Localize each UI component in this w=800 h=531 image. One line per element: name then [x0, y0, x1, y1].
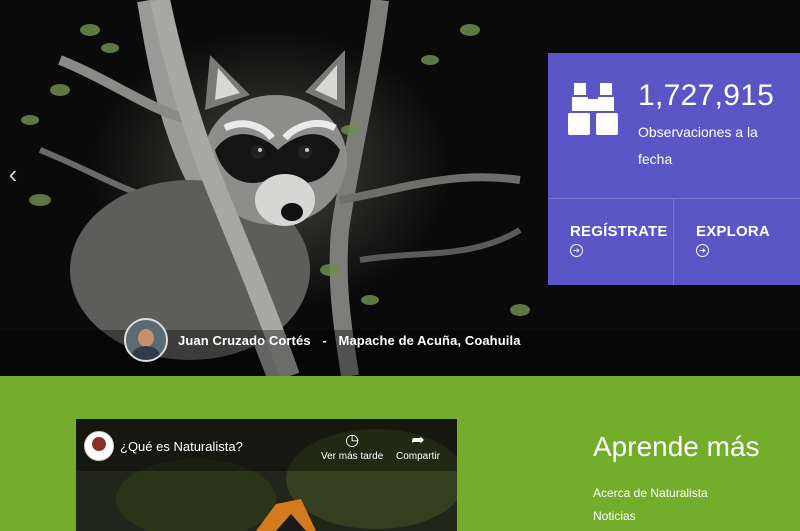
channel-logo[interactable] [84, 431, 114, 461]
observations-panel: 1,727,915 Observaciones a la fecha REGÍS… [548, 53, 800, 285]
species-location[interactable]: Mapache de Acuña, Coahuila [339, 333, 521, 348]
video-embed[interactable]: ¿Qué es Naturalista? ◷ Ver más tarde ➦ C… [76, 419, 457, 531]
news-link[interactable]: Noticias [593, 509, 636, 523]
carousel-prev-arrow-icon[interactable]: ‹ [4, 160, 22, 188]
explore-button[interactable]: EXPLORA ➔ [674, 199, 799, 285]
arrow-right-circle-icon: ➔ [696, 244, 709, 257]
photo-credit: Juan Cruzado Cortés - Mapache de Acuña, … [124, 318, 529, 362]
signup-label: REGÍSTRATE [570, 223, 668, 240]
watch-later-button[interactable]: ◷ Ver más tarde [321, 431, 383, 462]
share-button[interactable]: ➦ Compartir [396, 431, 440, 462]
arrow-right-circle-icon: ➔ [570, 244, 583, 257]
share-arrow-icon: ➦ [411, 432, 425, 449]
credit-separator: - [322, 332, 327, 348]
share-label: Compartir [396, 451, 440, 462]
observer-avatar[interactable] [124, 318, 168, 362]
about-link[interactable]: Acerca de Naturalista [593, 486, 708, 500]
observation-count: 1,727,915 [638, 79, 775, 112]
binoculars-icon [568, 83, 618, 135]
explore-label: EXPLORA [696, 223, 770, 240]
clock-icon: ◷ [345, 432, 360, 449]
video-title[interactable]: ¿Qué es Naturalista? [120, 439, 243, 454]
learn-more-heading: Aprende más [593, 431, 760, 462]
observation-count-label: Observaciones a la fecha [638, 124, 758, 167]
watch-later-label: Ver más tarde [321, 451, 384, 462]
observer-name[interactable]: Juan Cruzado Cortés [178, 333, 311, 348]
signup-button[interactable]: REGÍSTRATE ➔ [548, 199, 674, 285]
learn-section: ¿Qué es Naturalista? ◷ Ver más tarde ➦ C… [0, 376, 800, 531]
